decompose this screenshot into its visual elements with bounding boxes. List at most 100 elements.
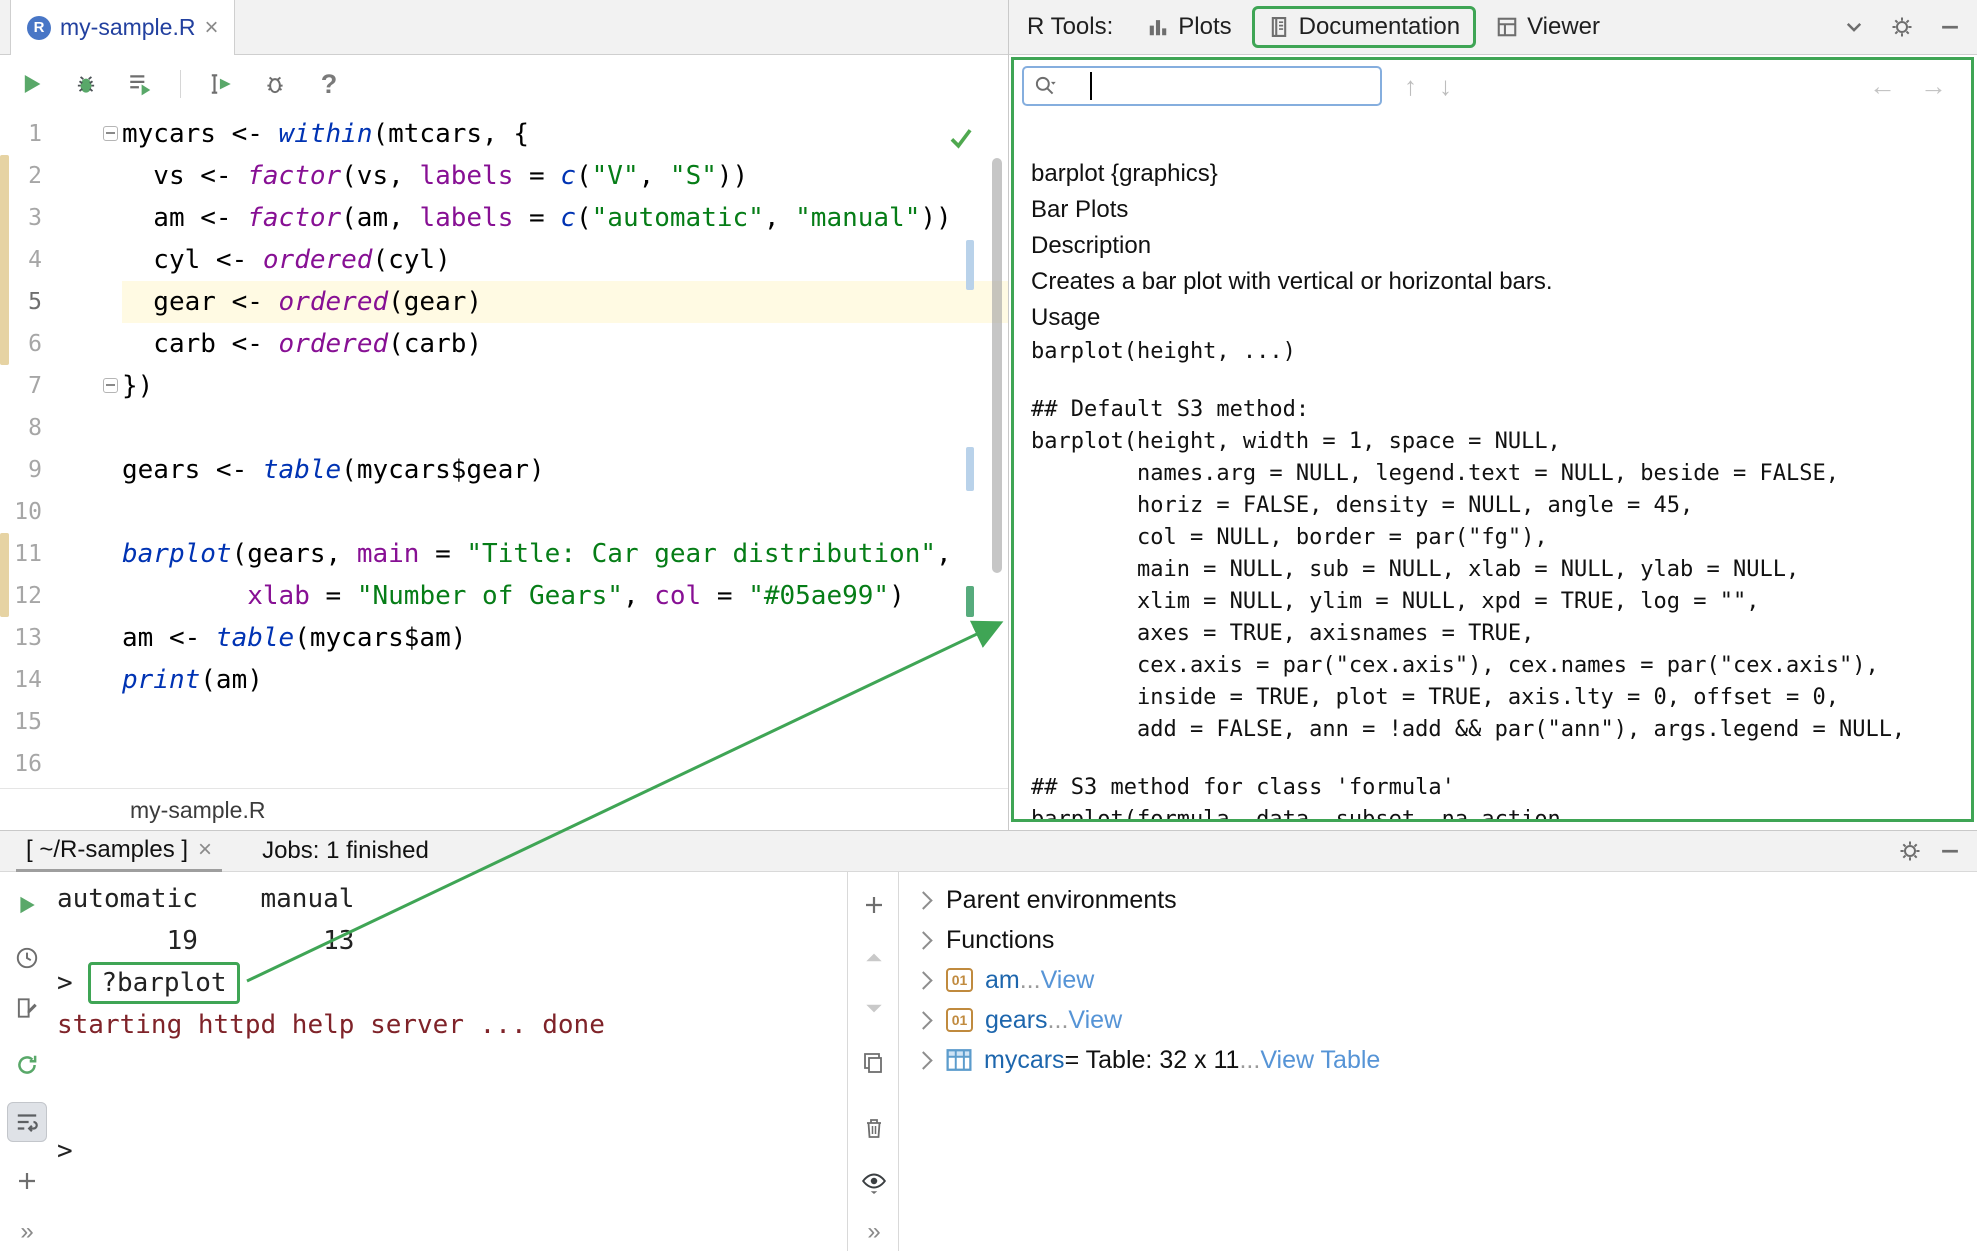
move-up-icon[interactable] (860, 944, 888, 972)
doc-line: Usage (1031, 300, 1971, 336)
code-line[interactable] (122, 701, 1008, 743)
console-tab-jobs[interactable]: Jobs: 1 finished (262, 837, 429, 865)
code-token: = (419, 539, 466, 569)
code-line[interactable]: am <- factor(am, labels = c("automatic",… (122, 197, 1008, 239)
chevron-down-icon[interactable] (1841, 14, 1867, 40)
code-line[interactable] (122, 743, 1008, 785)
editor-scrollbar[interactable] (992, 158, 1002, 573)
close-icon[interactable]: × (198, 840, 212, 860)
code-line[interactable]: mycars <- within(mtcars, { (122, 113, 1008, 155)
run-from-cursor-icon[interactable] (207, 70, 235, 98)
code-line[interactable]: cyl <- ordered(cyl) (122, 239, 1008, 281)
variable-row[interactable]: 01am ... View (899, 960, 1977, 1000)
variable-row[interactable]: Parent environments (899, 880, 1977, 920)
variable-name[interactable]: mycars (984, 1046, 1065, 1075)
chevron-right-icon[interactable] (914, 1011, 932, 1029)
doc-back-icon[interactable]: ← (1869, 71, 1896, 102)
environment-label: Parent environments (946, 886, 1177, 915)
tab-plots[interactable]: Plots (1135, 8, 1243, 46)
chevron-right-icon[interactable] (914, 971, 932, 989)
code-token: am <- (122, 203, 247, 233)
console-line (57, 1046, 605, 1088)
chevron-right-icon[interactable] (914, 891, 932, 909)
tab-label: Documentation (1299, 13, 1460, 41)
inspection-ok-check-icon[interactable] (948, 125, 974, 151)
run-selection-icon[interactable] (126, 70, 154, 98)
doc-line: Description (1031, 228, 1971, 264)
editor-tab-my-sample[interactable]: R my-sample.R × (10, 0, 235, 55)
code-token: (mycars$gear) (341, 455, 545, 485)
doc-search-input[interactable] (1022, 66, 1382, 106)
variable-row[interactable]: mycars = Table: 32 x 11 ... View Table (899, 1040, 1977, 1080)
more-icon[interactable]: » (13, 1218, 41, 1246)
gear-icon[interactable] (1897, 838, 1923, 864)
code-token: xlab (247, 581, 310, 611)
search-next-icon[interactable]: ↓ (1439, 71, 1452, 102)
more-icon[interactable]: » (860, 1218, 888, 1246)
gear-icon[interactable] (1889, 14, 1915, 40)
table-icon (946, 1047, 972, 1073)
view-link[interactable]: View Table (1260, 1046, 1380, 1075)
code-lines: mycars <- within(mtcars, { vs <- factor(… (122, 113, 1008, 785)
run-file-icon[interactable] (18, 70, 46, 98)
code-token: (carb) (388, 329, 482, 359)
console-run-icon[interactable] (13, 891, 41, 919)
variable-row[interactable]: 01gears ... View (899, 1000, 1977, 1040)
console-line: automatic manual (57, 878, 605, 920)
code-line[interactable]: gears <- table(mycars$gear) (122, 449, 1008, 491)
code-line[interactable]: gear <- ordered(gear) (122, 281, 1008, 323)
code-line[interactable]: carb <- ordered(carb) (122, 323, 1008, 365)
code-line[interactable]: vs <- factor(vs, labels = c("V", "S")) (122, 155, 1008, 197)
minimize-icon[interactable] (1937, 14, 1963, 40)
console-line (57, 1088, 605, 1130)
doc-line: barplot(height, ...) (1031, 336, 1971, 368)
chevron-right-icon[interactable] (914, 931, 932, 949)
code-token: = (513, 161, 560, 191)
view-link[interactable]: View (1041, 966, 1095, 995)
variable-row[interactable]: Functions (899, 920, 1977, 960)
chevron-right-icon[interactable] (914, 1051, 932, 1069)
code-line[interactable]: }) (122, 365, 1008, 407)
add-icon[interactable] (860, 891, 888, 919)
breadcrumb[interactable]: my-sample.R (0, 788, 1008, 830)
code-line[interactable]: barplot(gears, main = "Title: Car gear d… (122, 533, 1008, 575)
debug-bug-icon[interactable] (261, 70, 289, 98)
view-link[interactable]: View (1068, 1006, 1122, 1035)
tab-viewer[interactable]: Viewer (1484, 8, 1612, 46)
fold-marker-icon[interactable] (103, 126, 118, 141)
variable-name[interactable]: gears (985, 1006, 1048, 1035)
variable-name[interactable]: am (985, 966, 1020, 995)
doc-line: main = NULL, sub = NULL, xlab = NULL, yl… (1031, 554, 1971, 586)
minimize-icon[interactable] (1937, 838, 1963, 864)
edit-source-icon[interactable] (13, 994, 41, 1022)
code-line[interactable]: print(am) (122, 659, 1008, 701)
console-tab-r-samples[interactable]: [ ~/R-samples ] × (16, 831, 222, 872)
console-output[interactable]: automatic manual 19 13> ?barplotstarting… (57, 878, 605, 1172)
search-prev-icon[interactable]: ↑ (1404, 71, 1417, 102)
code-token: (gear) (388, 287, 482, 317)
tab-documentation[interactable]: Documentation (1252, 6, 1476, 48)
code-line[interactable]: am <- table(mycars$am) (122, 617, 1008, 659)
copy-icon[interactable] (860, 1049, 888, 1077)
fold-marker-icon[interactable] (103, 378, 118, 393)
close-icon[interactable]: × (204, 18, 218, 38)
eye-icon[interactable] (860, 1167, 888, 1195)
doc-forward-icon[interactable]: → (1920, 71, 1947, 102)
editor-body[interactable]: 12345678910111213141516 mycars <- within… (0, 113, 1008, 788)
highlighted-command[interactable]: ?barplot (88, 962, 239, 1004)
delete-trash-icon[interactable] (860, 1114, 888, 1142)
code-token: within (279, 119, 373, 149)
restart-session-icon[interactable] (13, 1051, 41, 1079)
history-clock-icon[interactable] (13, 944, 41, 972)
code-line[interactable]: xlab = "Number of Gears", col = "#05ae99… (122, 575, 1008, 617)
code-line[interactable] (122, 407, 1008, 449)
code-line[interactable] (122, 491, 1008, 533)
move-down-icon[interactable] (860, 994, 888, 1022)
add-icon[interactable] (13, 1167, 41, 1195)
help-icon[interactable]: ? (315, 70, 343, 98)
ellipsis: ... (1020, 966, 1041, 995)
gutter-change-strip (0, 533, 9, 617)
run-job-bug-icon[interactable] (72, 70, 100, 98)
code-token: (mtcars, { (372, 119, 529, 149)
soft-wrap-toggle[interactable] (7, 1102, 47, 1142)
